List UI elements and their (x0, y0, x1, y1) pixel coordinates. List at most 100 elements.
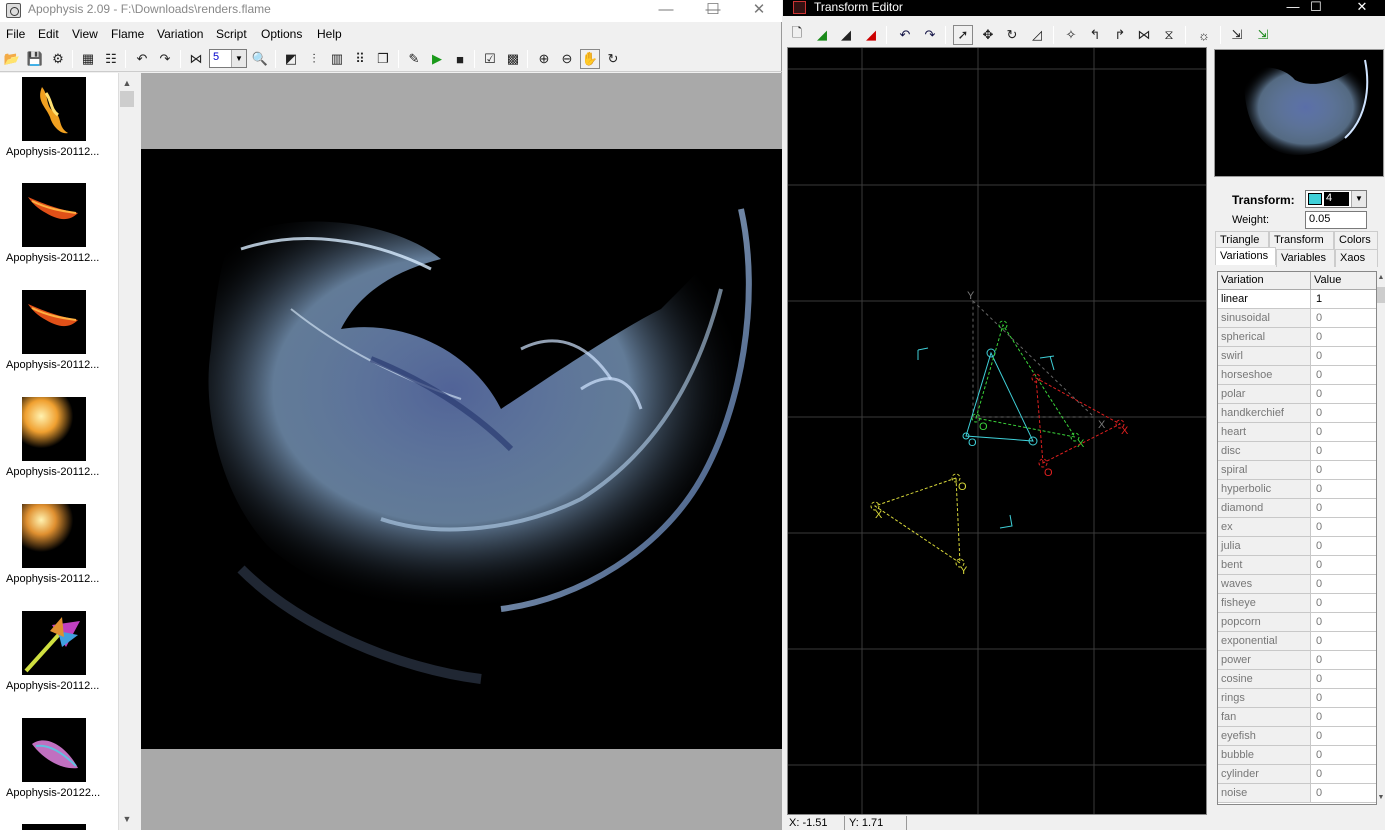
search-flame-icon[interactable]: 🔍 (250, 49, 270, 69)
zoom-in-icon[interactable]: ⊕ (534, 49, 554, 69)
zoom-out-icon[interactable]: ⊖ (557, 49, 577, 69)
tab-colors[interactable]: Colors (1334, 231, 1378, 249)
variation-value-cell[interactable]: 0 (1311, 632, 1376, 650)
quality-combo[interactable]: 5 ▼ (209, 49, 247, 68)
variation-value-cell[interactable]: 0 (1311, 480, 1376, 498)
variation-value-cell[interactable]: 0 (1311, 594, 1376, 612)
variation-value-cell[interactable]: 0 (1311, 670, 1376, 688)
column-header-value[interactable]: Value (1311, 272, 1376, 290)
close-button[interactable]: ✕ (736, 0, 782, 22)
table-row[interactable]: spiral 0 (1218, 461, 1376, 480)
menu-edit[interactable]: Edit (38, 27, 59, 41)
variation-value-cell[interactable]: 0 (1311, 556, 1376, 574)
rotate-icon[interactable]: ↻ (603, 49, 623, 69)
scroll-up-icon[interactable]: ▲ (119, 75, 135, 91)
table-row[interactable]: exponential 0 (1218, 632, 1376, 651)
menu-options[interactable]: Options (261, 27, 302, 41)
variation-value-cell[interactable]: 0 (1311, 651, 1376, 669)
scroll-thumb[interactable] (120, 91, 134, 107)
table-row[interactable]: fisheye 0 (1218, 594, 1376, 613)
table-row[interactable]: hyperbolic 0 (1218, 480, 1376, 499)
new-flame-icon[interactable]: 🗋 (787, 25, 807, 45)
weight-input[interactable]: 0.05 (1305, 211, 1367, 229)
variation-value-cell[interactable]: 0 (1311, 613, 1376, 631)
redo-icon[interactable]: ↷ (155, 49, 175, 69)
variation-value-cell[interactable]: 0 (1311, 727, 1376, 745)
undo-icon[interactable]: ↶ (895, 25, 915, 45)
table-row[interactable]: cosine 0 (1218, 670, 1376, 689)
variation-value-cell[interactable]: 0 (1311, 784, 1376, 802)
variation-value-cell[interactable]: 0 (1311, 689, 1376, 707)
variation-value-cell[interactable]: 0 (1311, 442, 1376, 460)
transform-select[interactable]: 4 ▼ (1305, 190, 1367, 208)
save-icon[interactable]: 💾 (25, 49, 45, 69)
list-item[interactable]: Apophysis-20112... (0, 504, 118, 609)
tab-xaos[interactable]: Xaos (1335, 249, 1378, 267)
table-row[interactable]: swirl 0 (1218, 347, 1376, 366)
menu-view[interactable]: View (72, 27, 98, 41)
view-list-icon[interactable]: ▦ (78, 49, 98, 69)
table-row[interactable]: sinusoidal 0 (1218, 309, 1376, 328)
list-item[interactable]: Apophysis-20112... (0, 397, 118, 502)
variation-value-cell[interactable]: 0 (1311, 309, 1376, 327)
table-row[interactable]: handkerchief 0 (1218, 404, 1376, 423)
mutate-icon[interactable]: ⠿ (350, 49, 370, 69)
add-post-transform-icon[interactable]: ⇲ (1253, 25, 1273, 45)
table-row[interactable]: eyefish 0 (1218, 727, 1376, 746)
tab-transform[interactable]: Transform (1269, 231, 1334, 249)
table-row[interactable]: disc 0 (1218, 442, 1376, 461)
list-item[interactable]: Apophysis-20112... (0, 183, 118, 288)
scroll-down-icon[interactable]: ▼ (119, 811, 135, 827)
adjust-icon[interactable]: ⫶ (304, 49, 324, 69)
stop-icon[interactable]: ■ (450, 49, 470, 69)
scale-icon[interactable]: ◿ (1027, 25, 1047, 45)
editor-icon[interactable]: ◩ (281, 49, 301, 69)
flip-icon[interactable]: ⋈ (186, 49, 206, 69)
minimize-button[interactable]: — (643, 0, 689, 22)
variation-value-cell[interactable]: 0 (1311, 347, 1376, 365)
variation-value-cell[interactable]: 0 (1311, 765, 1376, 783)
list-item[interactable]: Apophysis-20112... (0, 290, 118, 395)
list-item[interactable]: Apophysis-20122... (0, 718, 118, 823)
post-transform-icon[interactable]: ⇲ (1227, 25, 1247, 45)
script-edit-icon[interactable]: ✎ (404, 49, 424, 69)
menu-file[interactable]: File (6, 27, 25, 41)
variation-value-cell[interactable]: 0 (1311, 385, 1376, 403)
variations-scrollbar[interactable]: ▲ ▼ (1377, 271, 1385, 805)
redo-icon[interactable]: ↷ (920, 25, 940, 45)
variation-value-cell[interactable]: 0 (1311, 366, 1376, 384)
flip-horizontal-icon[interactable]: ⋈ (1134, 25, 1154, 45)
table-row[interactable]: polar 0 (1218, 385, 1376, 404)
table-row[interactable]: popcorn 0 (1218, 613, 1376, 632)
select-pointer-icon[interactable]: ➚ (953, 25, 973, 45)
scroll-up-icon[interactable]: ▲ (1377, 271, 1385, 285)
open-icon[interactable]: 📂 (2, 49, 22, 69)
variation-value-cell[interactable]: 0 (1311, 404, 1376, 422)
menu-flame[interactable]: Flame (111, 27, 144, 41)
list-item[interactable]: Apophysis-20112... (0, 77, 118, 182)
editor-close-button[interactable]: ✕ (1339, 0, 1385, 16)
thumbnail-scrollbar[interactable]: ▲ ▼ (118, 73, 134, 830)
rotate-right-icon[interactable]: ↱ (1110, 25, 1130, 45)
settings-icon[interactable]: ☼ (1194, 25, 1214, 45)
variation-value-cell[interactable]: 0 (1311, 499, 1376, 517)
table-row[interactable]: diamond 0 (1218, 499, 1376, 518)
rotate-icon[interactable]: ↻ (1002, 25, 1022, 45)
table-row[interactable]: julia 0 (1218, 537, 1376, 556)
render-icon[interactable]: ⚙ (48, 49, 68, 69)
maximize-button[interactable]: ☐ (690, 0, 736, 22)
list-item[interactable]: Apophysis-20112... (0, 611, 118, 716)
table-row[interactable]: spherical 0 (1218, 328, 1376, 347)
table-row[interactable]: rings 0 (1218, 689, 1376, 708)
variation-value-cell[interactable]: 0 (1311, 575, 1376, 593)
variation-value-cell[interactable]: 0 (1311, 708, 1376, 726)
table-row[interactable]: fan 0 (1218, 708, 1376, 727)
pivot-icon[interactable]: ✧ (1061, 25, 1081, 45)
windows-icon[interactable]: ❐ (373, 49, 393, 69)
flip-vertical-icon[interactable]: ⧖ (1159, 25, 1179, 45)
table-row[interactable]: heart 0 (1218, 423, 1376, 442)
variation-value-cell[interactable]: 0 (1311, 518, 1376, 536)
table-row[interactable]: linear 1 (1218, 290, 1376, 309)
editor-maximize-button[interactable]: ☐ (1293, 0, 1339, 16)
menu-variation[interactable]: Variation (157, 27, 203, 41)
